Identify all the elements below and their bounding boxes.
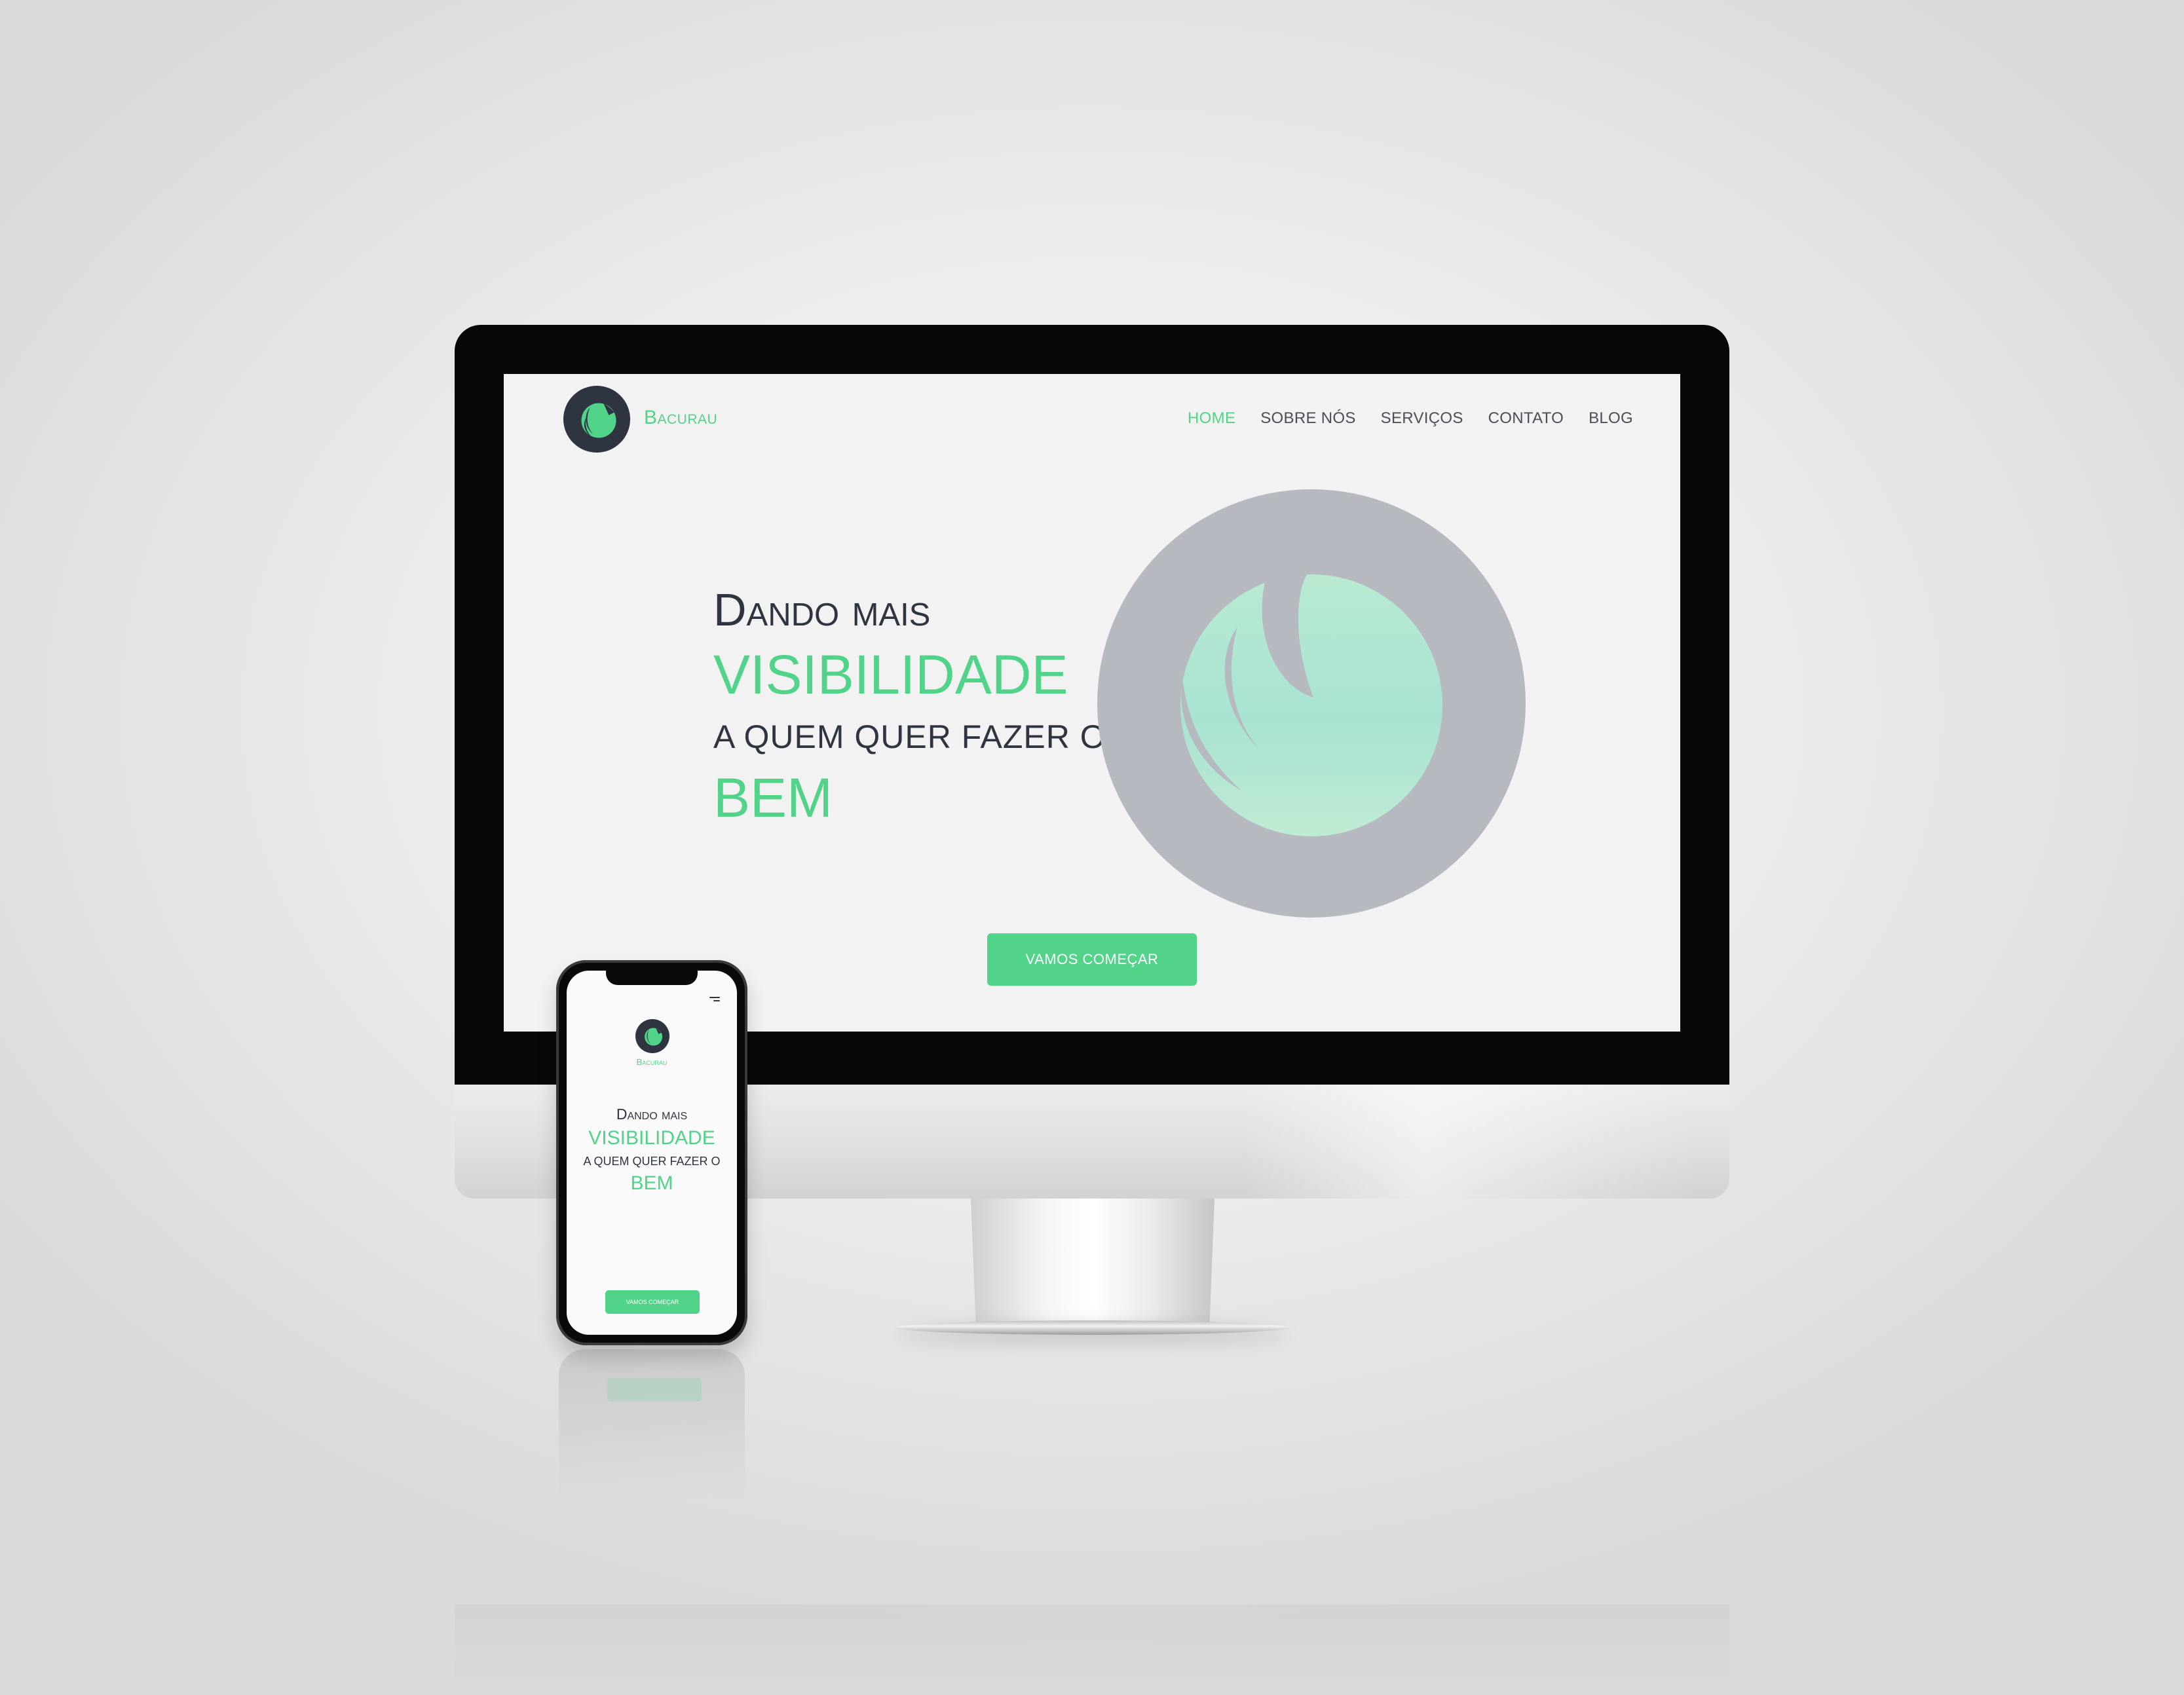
hero-headline: Dando mais VISIBILIDADE A QUEM QUER FAZE…	[713, 587, 1106, 825]
bird-illustration-icon	[1097, 489, 1526, 918]
nav-item-servicos[interactable]: SERVIÇOS	[1381, 409, 1463, 428]
get-started-button[interactable]: VAMOS COMEÇAR	[987, 933, 1197, 986]
nav-item-sobre-nos[interactable]: SOBRE NÓS	[1260, 409, 1355, 428]
mobile-hero-line-3: A QUEM QUER FAZER O	[583, 1155, 721, 1168]
hero-line-3: A QUEM QUER FAZER O	[713, 718, 1106, 755]
floor-reflection	[455, 1605, 1729, 1695]
mobile-get-started-button[interactable]: VAMOS COMEÇAR	[605, 1290, 700, 1314]
nav-item-home[interactable]: HOME	[1188, 409, 1235, 428]
mobile-brand-name[interactable]: Bacurau	[567, 1057, 737, 1067]
monitor-foot	[895, 1320, 1289, 1335]
mobile-hero-headline: Dando mais VISIBILIDADE A QUEM QUER FAZE…	[567, 1106, 737, 1195]
mobile-hero-line-1: Dando mais	[616, 1106, 688, 1123]
hero-line-2: VISIBILIDADE	[713, 644, 1068, 705]
phone-reflection	[559, 1349, 745, 1500]
nav-item-blog[interactable]: BLOG	[1589, 409, 1633, 428]
mobile-mockup: Bacurau Dando mais VISIBILIDADE A QUEM Q…	[556, 960, 747, 1345]
hero-line-1: Dando mais	[713, 584, 931, 635]
hero-line-4: BEM	[713, 767, 833, 829]
monitor-stand	[971, 1199, 1214, 1323]
nav-item-contato[interactable]: CONTATO	[1488, 409, 1564, 428]
mobile-hero-line-4: BEM	[630, 1172, 673, 1194]
brand-name[interactable]: Bacurau	[644, 407, 717, 429]
mobile-screen: Bacurau Dando mais VISIBILIDADE A QUEM Q…	[567, 971, 737, 1335]
bird-logo-icon[interactable]	[563, 386, 630, 453]
main-navigation: HOME SOBRE NÓS SERVIÇOS CONTATO BLOG	[1188, 409, 1633, 428]
bird-logo-icon[interactable]	[635, 1019, 669, 1053]
desktop-screen: Bacurau HOME SOBRE NÓS SERVIÇOS CONTATO …	[504, 374, 1680, 1032]
mobile-hero-line-2: VISIBILIDADE	[588, 1127, 715, 1149]
phone-notch	[606, 971, 698, 985]
hamburger-menu-icon[interactable]	[709, 997, 720, 1002]
